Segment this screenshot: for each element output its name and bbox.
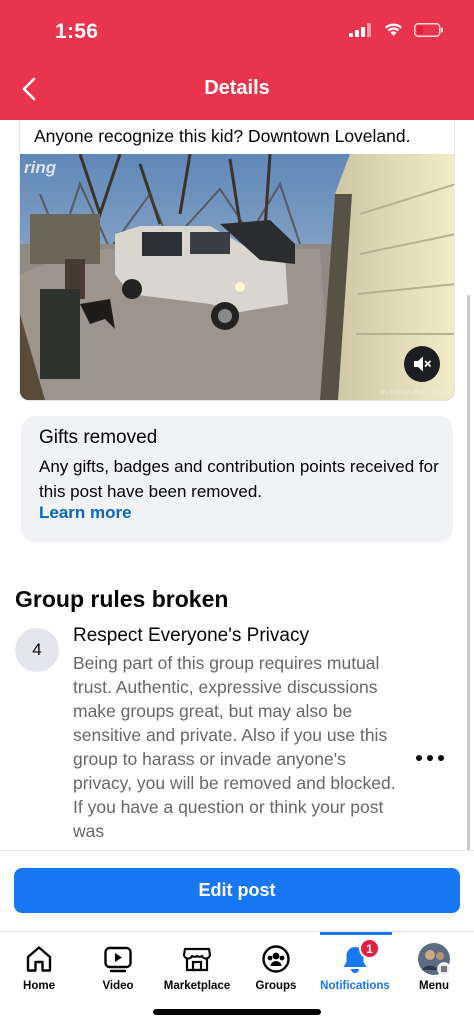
tab-label: Video <box>102 980 134 992</box>
tab-label: Menu <box>418 980 450 992</box>
post-card: Anyone recognize this kid? Downtown Love… <box>19 120 455 401</box>
ring-watermark: ring <box>24 158 57 177</box>
tab-notifications[interactable]: 1 Notifications <box>315 932 395 1002</box>
status-icons <box>349 22 444 37</box>
marketplace-icon <box>182 947 212 972</box>
details-content[interactable]: Anyone recognize this kid? Downtown Love… <box>0 120 474 850</box>
wifi-icon <box>385 23 402 36</box>
speaker-muted-icon <box>414 356 431 372</box>
learn-more-link[interactable]: Learn more <box>39 503 132 523</box>
gifts-text: Any gifts, badges and contribution point… <box>39 457 439 501</box>
more-horizontal-icon <box>416 755 422 761</box>
video-icon <box>104 946 132 973</box>
tab-marketplace[interactable]: Marketplace <box>157 932 237 1002</box>
tab-menu[interactable]: Menu <box>394 932 474 1002</box>
rules-heading: Group rules broken <box>15 586 229 612</box>
status-bar: 1:56 <box>0 0 474 62</box>
mute-button[interactable] <box>404 346 440 382</box>
rule-title: Respect Everyone's Privacy <box>73 625 309 646</box>
home-icon <box>26 946 52 972</box>
app-header: 1:56 Details <box>0 0 474 120</box>
groups-icon <box>262 945 290 973</box>
tab-label: Notifications <box>320 980 390 992</box>
post-video[interactable]: ring 01/13/2023 05:02:31 PST <box>20 154 454 400</box>
post-caption: Anyone recognize this kid? Downtown Love… <box>34 126 411 146</box>
nav-bar: Details <box>0 62 474 116</box>
tab-label: Groups <box>255 980 297 992</box>
tab-label: Marketplace <box>163 980 231 992</box>
tab-label: Home <box>23 980 55 992</box>
notification-badge: 1 <box>359 938 380 959</box>
gifts-title: Gifts removed <box>39 427 158 448</box>
tab-home[interactable]: Home <box>0 932 79 1002</box>
status-time: 1:56 <box>55 20 99 43</box>
edit-post-bar: Edit post <box>0 850 474 932</box>
tab-groups[interactable]: Groups <box>236 932 316 1002</box>
home-indicator[interactable] <box>153 1009 321 1015</box>
signal-icon <box>349 22 371 37</box>
rule-more-button[interactable] <box>416 750 444 766</box>
tab-video[interactable]: Video <box>78 932 158 1002</box>
profile-avatar-icon <box>418 943 451 976</box>
video-timestamp: 01/13/2023 05:02:31 PST <box>380 390 450 396</box>
rule-number: 4 <box>15 628 59 672</box>
scrollbar[interactable] <box>467 295 470 850</box>
edit-post-button[interactable]: Edit post <box>14 868 460 913</box>
battery-low-icon <box>414 22 443 37</box>
rule-description: Being part of this group requires mutual… <box>73 653 396 841</box>
gifts-removed-notice: Gifts removed Any gifts, badges and cont… <box>21 416 453 542</box>
page-title: Details <box>204 77 270 99</box>
doorbell-camera-frame <box>20 154 454 400</box>
